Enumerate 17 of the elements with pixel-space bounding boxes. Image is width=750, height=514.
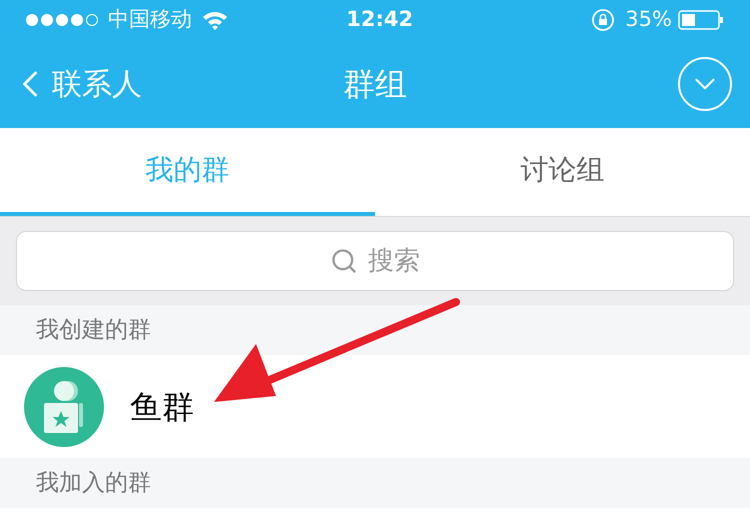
wifi-icon bbox=[202, 10, 228, 30]
page-title: 群组 bbox=[343, 64, 407, 105]
dropdown-button[interactable] bbox=[678, 57, 732, 111]
search-field[interactable]: 搜索 bbox=[16, 231, 734, 291]
battery-icon bbox=[678, 10, 724, 30]
signal-icon bbox=[26, 14, 98, 26]
section-header: 我创建的群 bbox=[0, 305, 750, 355]
group-name: 鱼群 bbox=[130, 386, 194, 428]
search-icon bbox=[330, 247, 358, 275]
group-avatar-icon bbox=[24, 366, 104, 446]
section-header: 我加入的群 bbox=[0, 458, 750, 508]
battery-percent: 35% bbox=[625, 6, 672, 34]
back-button[interactable]: 联系人 bbox=[14, 62, 142, 106]
clock-time: 12:42 bbox=[346, 6, 414, 34]
carrier-name: 中国移动 bbox=[108, 6, 192, 34]
tab[interactable]: 讨论组 bbox=[375, 128, 750, 216]
rotation-lock-icon bbox=[591, 8, 616, 32]
